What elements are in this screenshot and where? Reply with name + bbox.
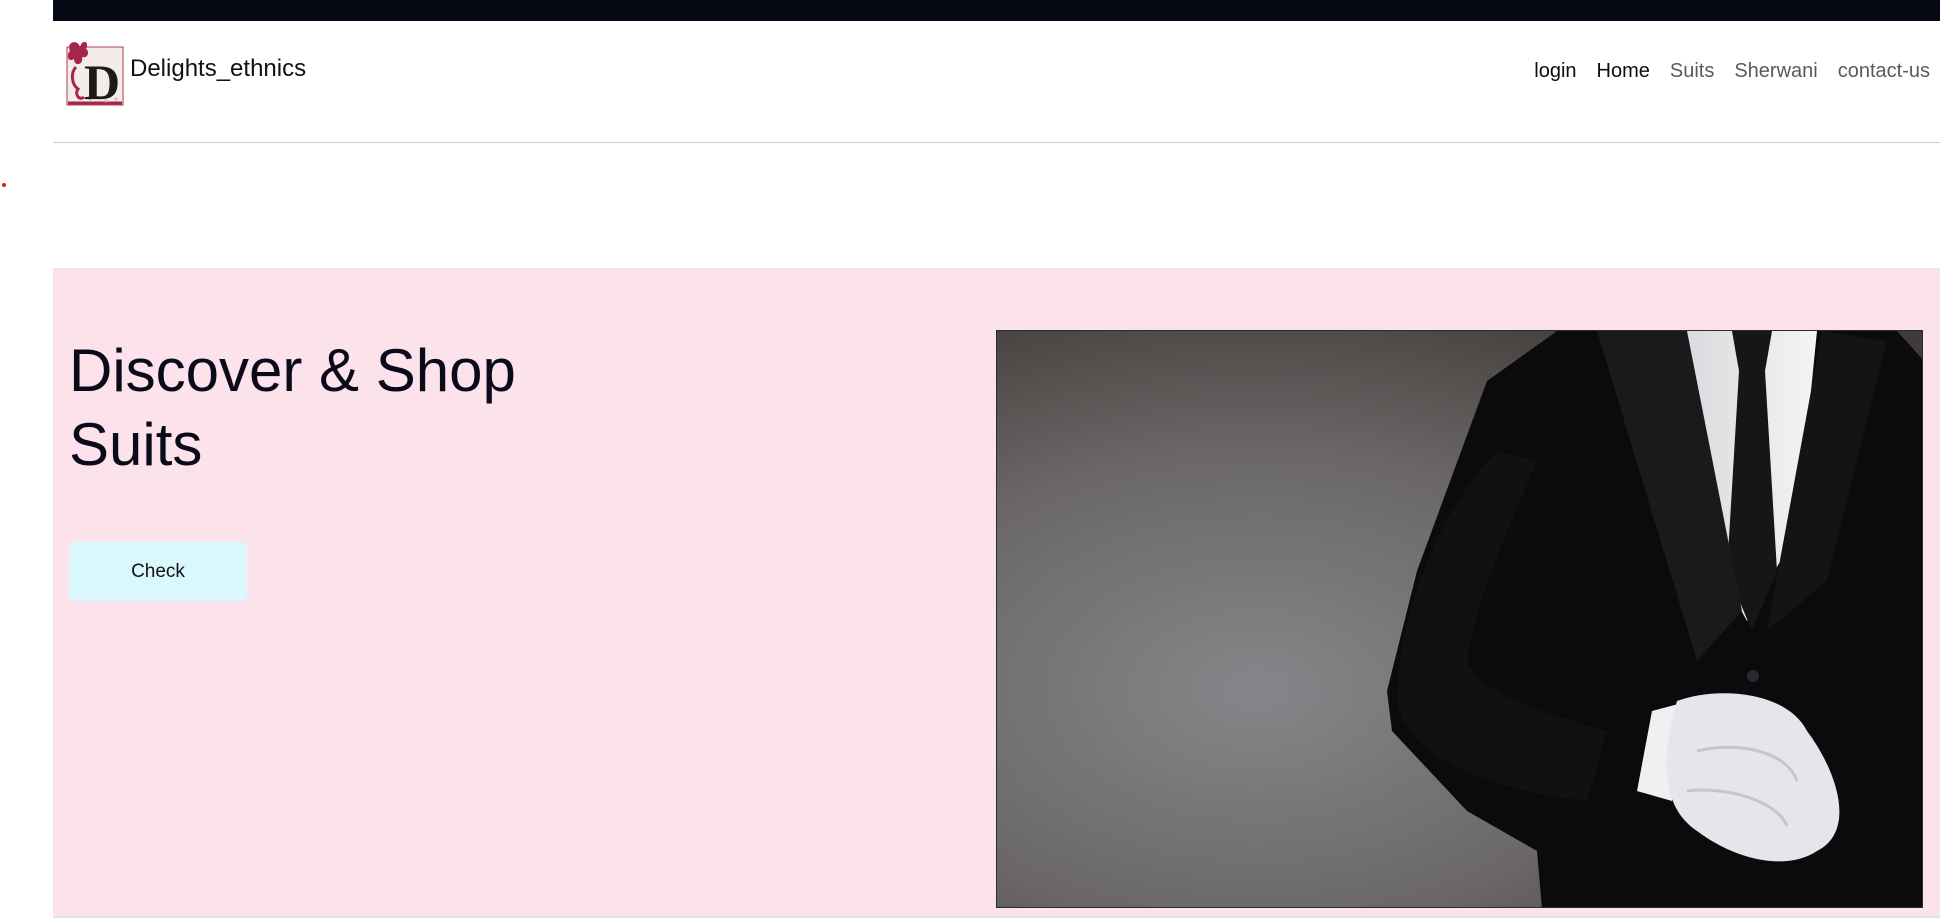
nav-contact-us-link[interactable]: contact-us bbox=[1828, 60, 1940, 83]
brand-name: Delights_ethnics bbox=[130, 55, 307, 82]
brand-link[interactable]: D Delights_ethnics bbox=[64, 37, 307, 110]
navbar: D Delights_ethnics login Home Suits Sher… bbox=[53, 21, 1940, 143]
nav-suits-link[interactable]: Suits bbox=[1660, 60, 1724, 83]
man-in-black-suit-white-gloves-photo-icon bbox=[996, 330, 1923, 908]
check-button[interactable]: Check bbox=[69, 542, 247, 601]
nav-login-link[interactable]: login bbox=[1524, 60, 1586, 83]
nav-sherwani-link[interactable]: Sherwani bbox=[1724, 60, 1827, 83]
top-bar bbox=[53, 0, 1940, 21]
hero-section: Discover & Shop Suits Check bbox=[53, 268, 1940, 918]
page: D Delights_ethnics login Home Suits Sher… bbox=[53, 0, 1940, 921]
ornate-d-monogram-logo-icon: D bbox=[64, 37, 126, 110]
stray-dot bbox=[2, 183, 6, 187]
hero-title: Discover & Shop Suits bbox=[69, 337, 516, 478]
logo-letter: D bbox=[84, 54, 120, 107]
nav-home-link[interactable]: Home bbox=[1587, 60, 1660, 83]
nav-links: login Home Suits Sherwani contact-us bbox=[1524, 60, 1940, 83]
